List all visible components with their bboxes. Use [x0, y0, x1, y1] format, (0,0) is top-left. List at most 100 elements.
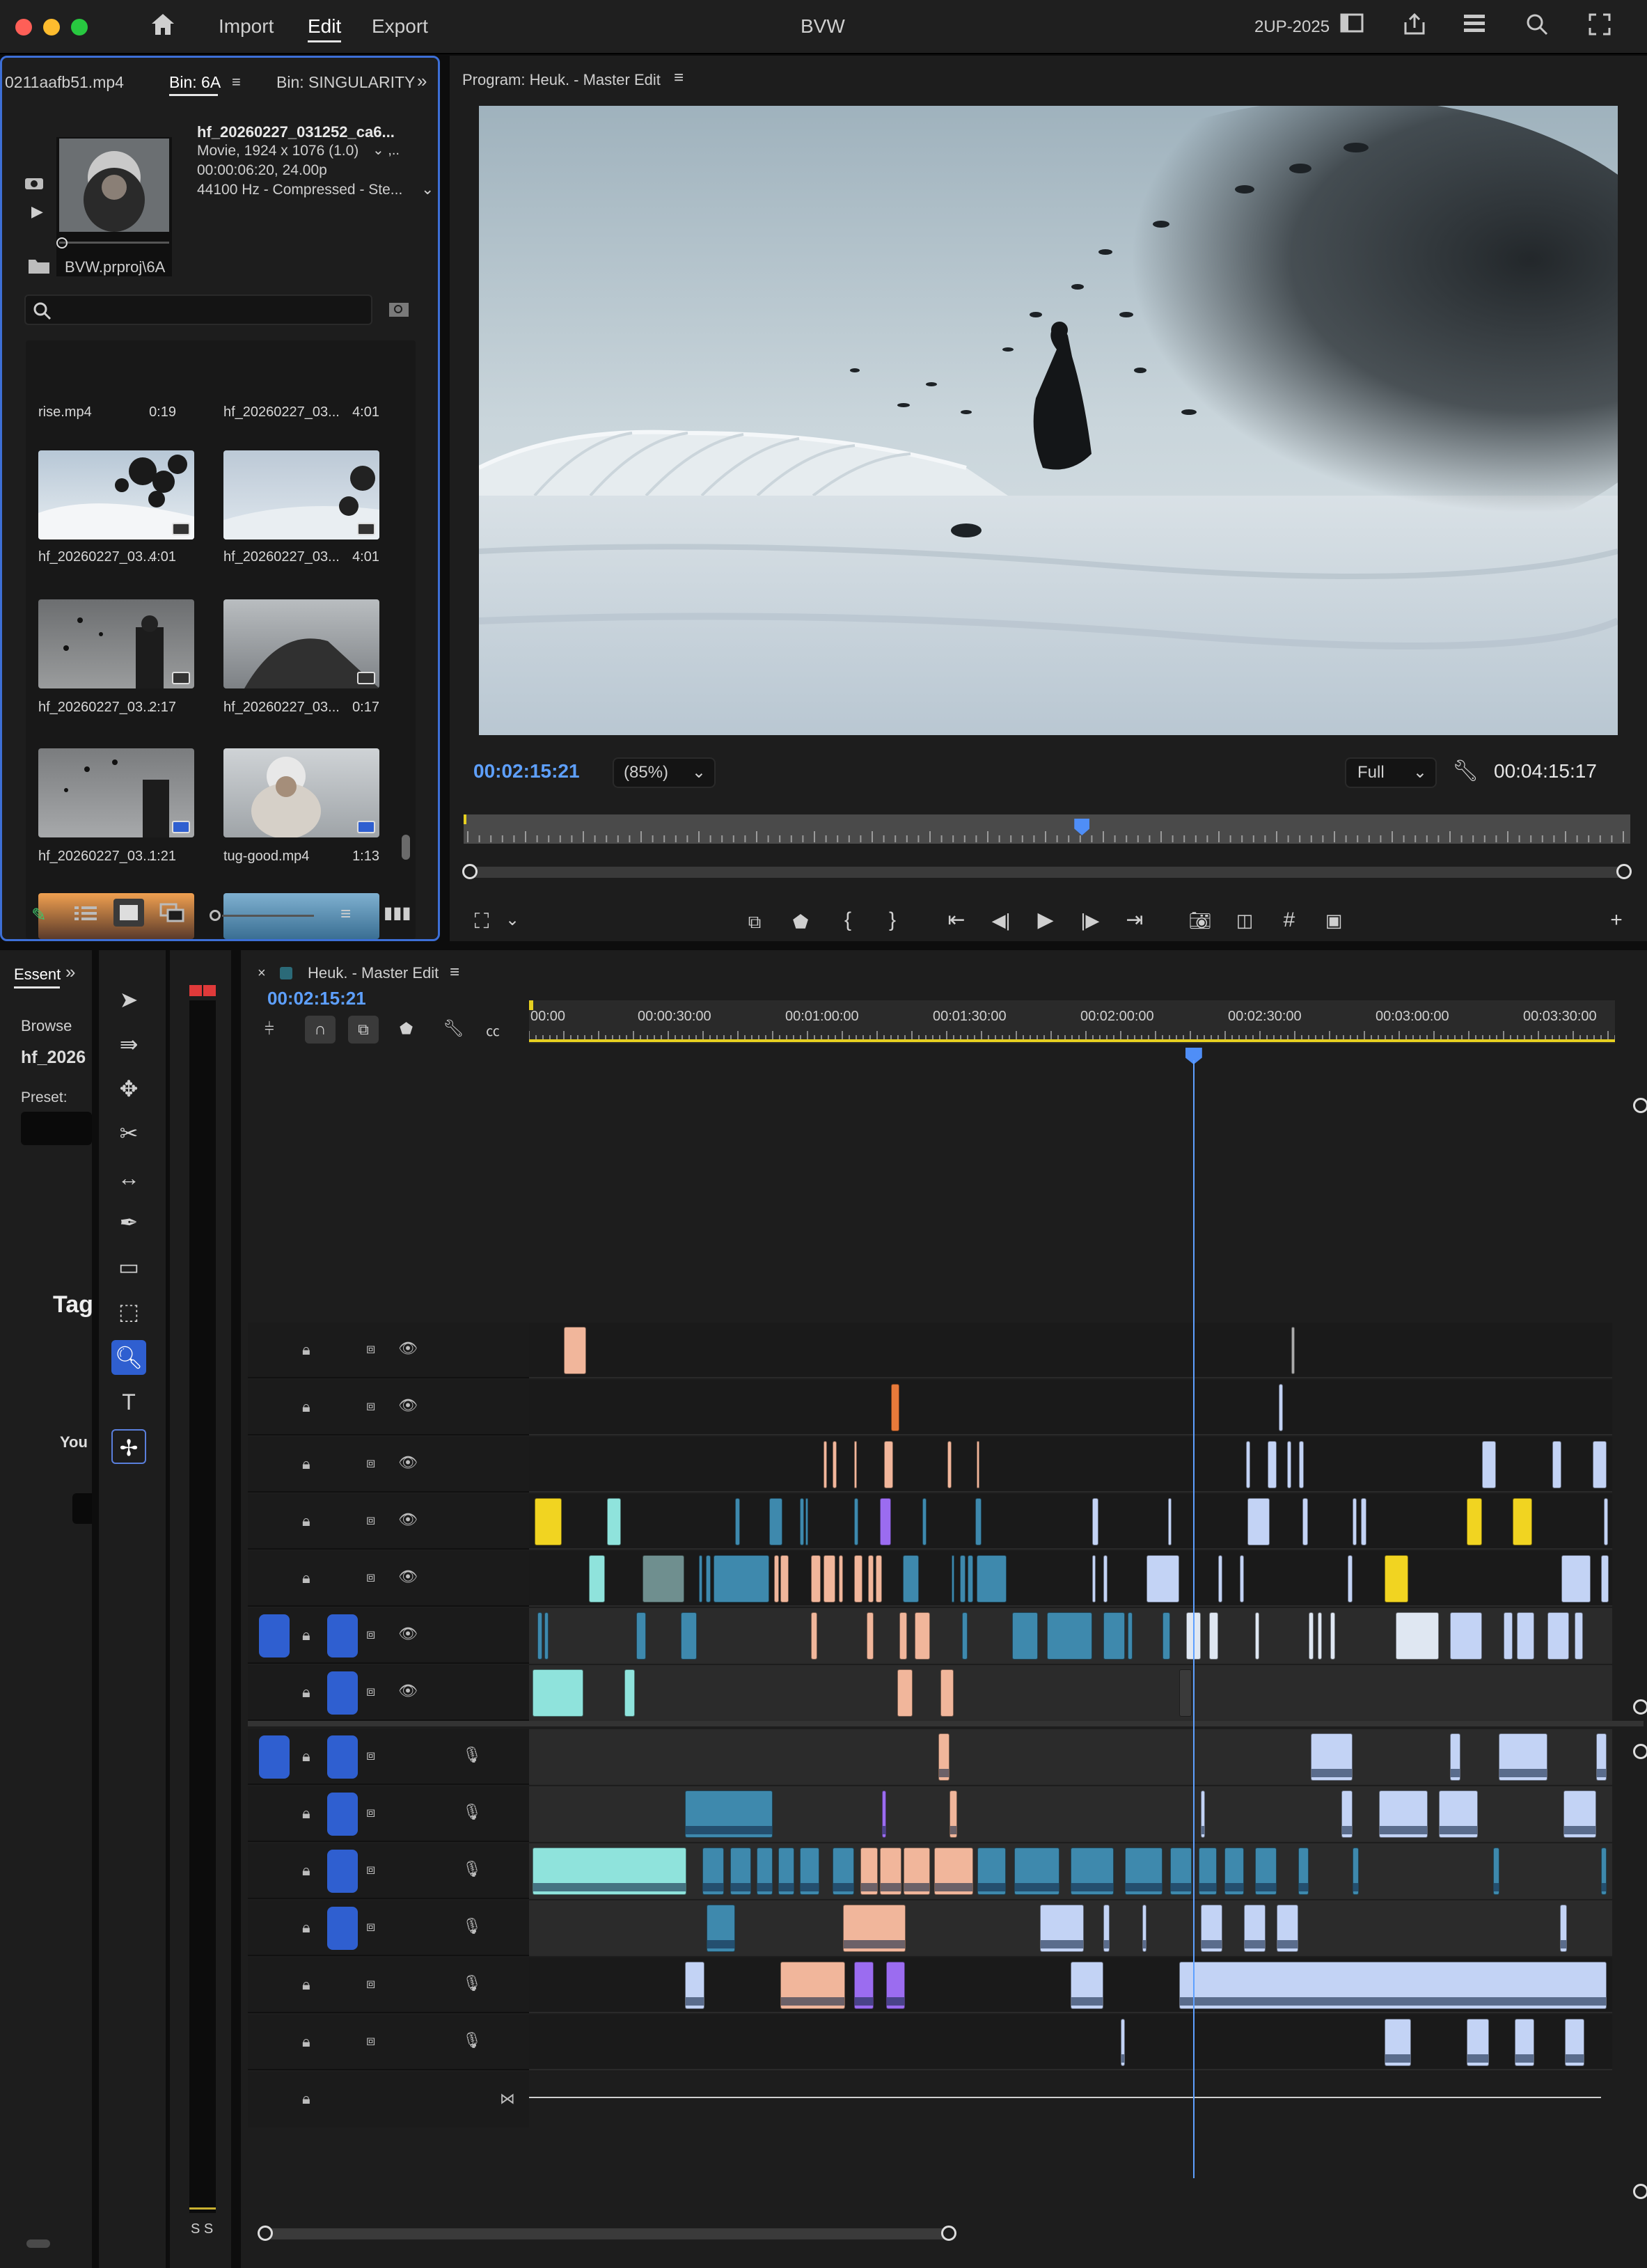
clip[interactable]	[1330, 1612, 1335, 1660]
lock-icon[interactable]: 🔒︎	[302, 1919, 310, 1937]
microphone-icon[interactable]: 🎙︎	[462, 1974, 482, 1992]
clip[interactable]	[702, 1848, 725, 1895]
track-target-a1[interactable]	[327, 1735, 358, 1779]
clip[interactable]	[1341, 1790, 1353, 1838]
clip[interactable]	[685, 1962, 705, 2009]
browse-label[interactable]: Browse	[21, 1017, 72, 1035]
sync-lock-icon[interactable]: ⧈	[366, 1919, 375, 1935]
export-frame-icon[interactable]: 📷︎	[1186, 906, 1214, 934]
lock-icon[interactable]: 🔒︎	[302, 1747, 310, 1765]
clip[interactable]	[860, 1848, 878, 1895]
clip[interactable]	[705, 1555, 711, 1602]
clip[interactable]	[730, 1848, 751, 1895]
program-timecode[interactable]: 00:02:15:21	[473, 760, 580, 782]
sync-lock-icon[interactable]: ⧈	[366, 1455, 375, 1472]
clip[interactable]	[756, 1848, 773, 1895]
clip[interactable]	[1103, 1555, 1108, 1602]
clip[interactable]	[1603, 1498, 1608, 1545]
home-icon[interactable]	[148, 13, 178, 40]
clip[interactable]	[1179, 1962, 1607, 2009]
sync-lock-icon[interactable]: ⧈	[366, 1341, 375, 1357]
track-target-a3[interactable]	[327, 1850, 358, 1893]
track-lane-v6[interactable]	[529, 1380, 1612, 1435]
track-target-a2[interactable]	[327, 1793, 358, 1836]
clip[interactable]	[977, 1848, 1006, 1895]
clip[interactable]	[1514, 2019, 1534, 2066]
clip[interactable]	[880, 1848, 902, 1895]
clip[interactable]	[563, 1327, 587, 1374]
clip-thumbnail[interactable]	[223, 450, 379, 540]
sync-lock-icon[interactable]: ⧈	[366, 1861, 375, 1878]
clip[interactable]	[951, 1555, 955, 1602]
clip[interactable]	[643, 1555, 684, 1602]
source-patch-a1[interactable]	[259, 1735, 290, 1779]
go-to-out-icon[interactable]: ⇥	[1121, 906, 1149, 934]
mark-out-icon[interactable]: }	[878, 906, 906, 934]
eye-icon[interactable]: 👁︎	[398, 1511, 418, 1529]
clip[interactable]	[532, 1669, 583, 1717]
v-scroll-handle[interactable]	[1633, 1098, 1647, 1113]
fullscreen-icon[interactable]	[1584, 13, 1615, 40]
sync-lock-icon[interactable]: ⧈	[366, 1804, 375, 1821]
clip-thumbnail[interactable]	[223, 599, 379, 688]
step-forward-icon[interactable]: |▶	[1076, 906, 1104, 934]
clip[interactable]	[962, 1612, 968, 1660]
clip[interactable]	[1291, 1327, 1295, 1374]
play-preview-icon[interactable]: ▶	[31, 203, 43, 221]
clip[interactable]	[1561, 1555, 1591, 1602]
clip[interactable]	[1574, 1612, 1583, 1660]
tab-source-clip[interactable]: 0211aafb51.mp4	[5, 73, 124, 92]
clip[interactable]	[1595, 1733, 1607, 1781]
clip[interactable]	[713, 1555, 770, 1602]
clip[interactable]	[780, 1555, 789, 1602]
clip[interactable]	[1352, 1848, 1359, 1895]
clip[interactable]	[810, 1612, 817, 1660]
clip[interactable]	[867, 1612, 874, 1660]
clip[interactable]	[1163, 1612, 1171, 1660]
lock-icon[interactable]: 🔒︎	[302, 1398, 310, 1416]
clip[interactable]	[1298, 1848, 1309, 1895]
wrench-icon[interactable]: 🔧︎	[1452, 759, 1479, 783]
clip[interactable]	[778, 1848, 795, 1895]
menu-import[interactable]: Import	[219, 15, 274, 38]
tabs-overflow-icon[interactable]: »	[65, 961, 75, 983]
clip[interactable]	[1352, 1498, 1357, 1545]
clip[interactable]	[780, 1962, 846, 2009]
clip[interactable]	[1071, 1962, 1103, 2009]
menu-edit[interactable]: Edit	[308, 15, 341, 38]
clip[interactable]	[680, 1612, 698, 1660]
sync-lock-icon[interactable]: ⧈	[366, 1747, 375, 1764]
clip[interactable]	[1046, 1612, 1093, 1660]
lock-icon[interactable]: 🔒︎	[302, 2090, 310, 2108]
clip[interactable]	[1239, 1555, 1244, 1602]
clip[interactable]	[1179, 1669, 1192, 1717]
clip[interactable]	[1563, 1790, 1596, 1838]
clip[interactable]	[769, 1498, 783, 1545]
clip[interactable]	[904, 1848, 930, 1895]
clip[interactable]	[1348, 1555, 1353, 1602]
clip[interactable]	[1592, 1441, 1607, 1488]
clip[interactable]	[1379, 1790, 1428, 1838]
clip[interactable]	[899, 1612, 908, 1660]
clip[interactable]	[976, 1555, 1007, 1602]
clip[interactable]	[1601, 1555, 1609, 1602]
clip[interactable]	[1395, 1612, 1440, 1660]
clip[interactable]	[707, 1905, 735, 1952]
clip[interactable]	[1040, 1905, 1084, 1952]
microphone-icon[interactable]: 🎙︎	[462, 2031, 482, 2049]
clip[interactable]	[699, 1555, 702, 1602]
eye-icon[interactable]: 👁︎	[398, 1682, 418, 1700]
lock-icon[interactable]: 🔒︎	[302, 1861, 310, 1880]
workspace-name[interactable]: 2UP-2025	[1254, 17, 1330, 37]
sync-lock-icon[interactable]: ⧈	[366, 1512, 375, 1529]
clip[interactable]	[1498, 1733, 1547, 1781]
camera-icon[interactable]	[24, 175, 44, 190]
search-input[interactable]	[24, 294, 372, 325]
clip[interactable]	[800, 1848, 819, 1895]
microphone-icon[interactable]: 🎙︎	[462, 1803, 482, 1821]
clip-thumbnail[interactable]	[223, 748, 379, 837]
comment-button[interactable]	[72, 1493, 92, 1524]
share-icon[interactable]	[1399, 13, 1430, 40]
zoom-window-button[interactable]	[71, 19, 88, 36]
add-button-icon[interactable]: +	[1602, 906, 1630, 934]
